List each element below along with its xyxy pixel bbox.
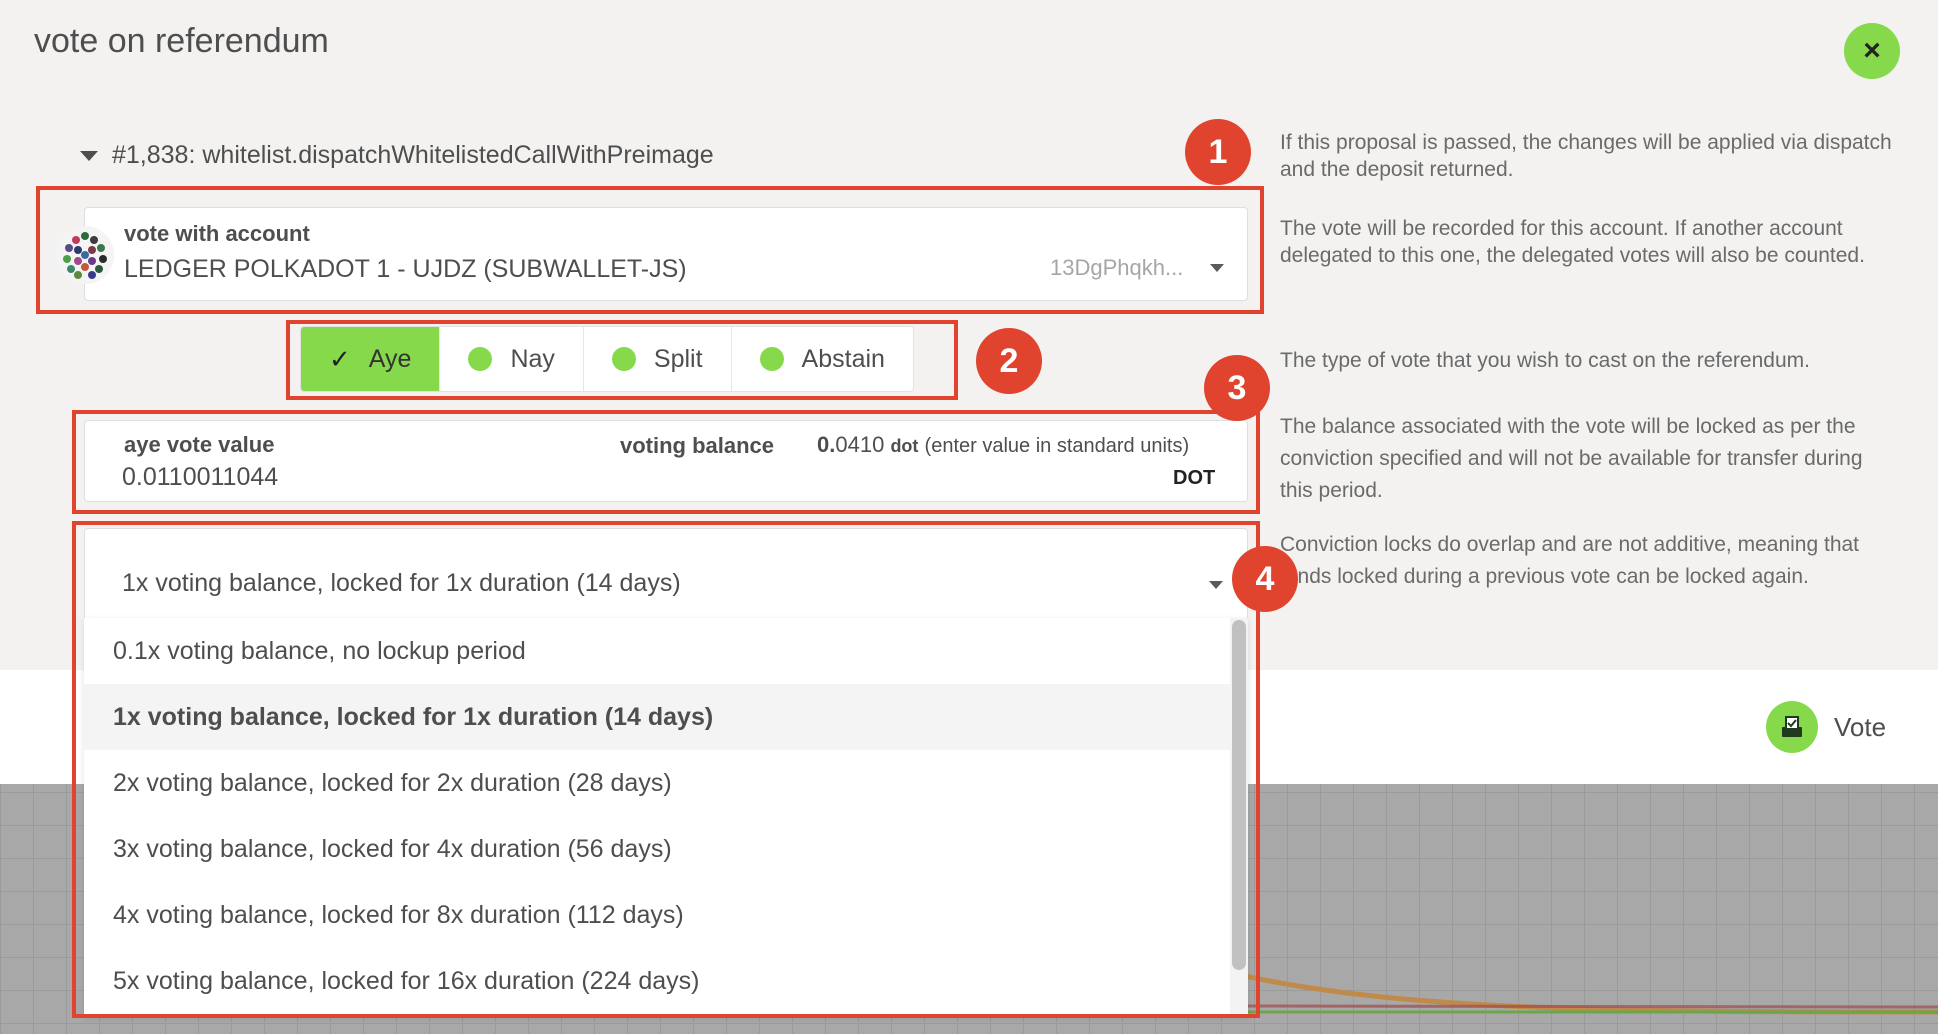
close-icon: × — [1863, 34, 1881, 67]
annotation-badge-4: 4 — [1232, 546, 1298, 612]
annotation-box-2 — [286, 320, 958, 400]
help-conviction: Conviction locks do overlap and are not … — [1280, 533, 1860, 588]
ballot-icon — [1766, 701, 1818, 753]
vote-submit-label: Vote — [1834, 711, 1887, 742]
caret-down-icon — [80, 150, 98, 161]
annotation-box-4 — [72, 521, 1260, 1018]
modal-title: vote on referendum — [34, 22, 329, 60]
annotation-badge-1: 1 — [1185, 119, 1251, 185]
help-proposal: If this proposal is passed, the changes … — [1280, 131, 1892, 181]
help-vote-type: The type of vote that you wish to cast o… — [1280, 349, 1810, 372]
close-button[interactable]: × — [1844, 23, 1900, 79]
help-balance: The balance associated with the vote wil… — [1280, 415, 1863, 502]
annotation-badge-3: 3 — [1204, 355, 1270, 421]
help-account: The vote will be recorded for this accou… — [1280, 217, 1865, 267]
annotation-box-1 — [36, 186, 1264, 314]
annotation-box-3 — [72, 410, 1260, 514]
proposal-expander[interactable]: #1,838: whitelist.dispatchWhitelistedCal… — [80, 141, 714, 170]
vote-submit-button[interactable]: Vote — [1766, 701, 1886, 753]
proposal-label: #1,838: whitelist.dispatchWhitelistedCal… — [112, 141, 714, 169]
annotation-badge-2: 2 — [976, 328, 1042, 394]
